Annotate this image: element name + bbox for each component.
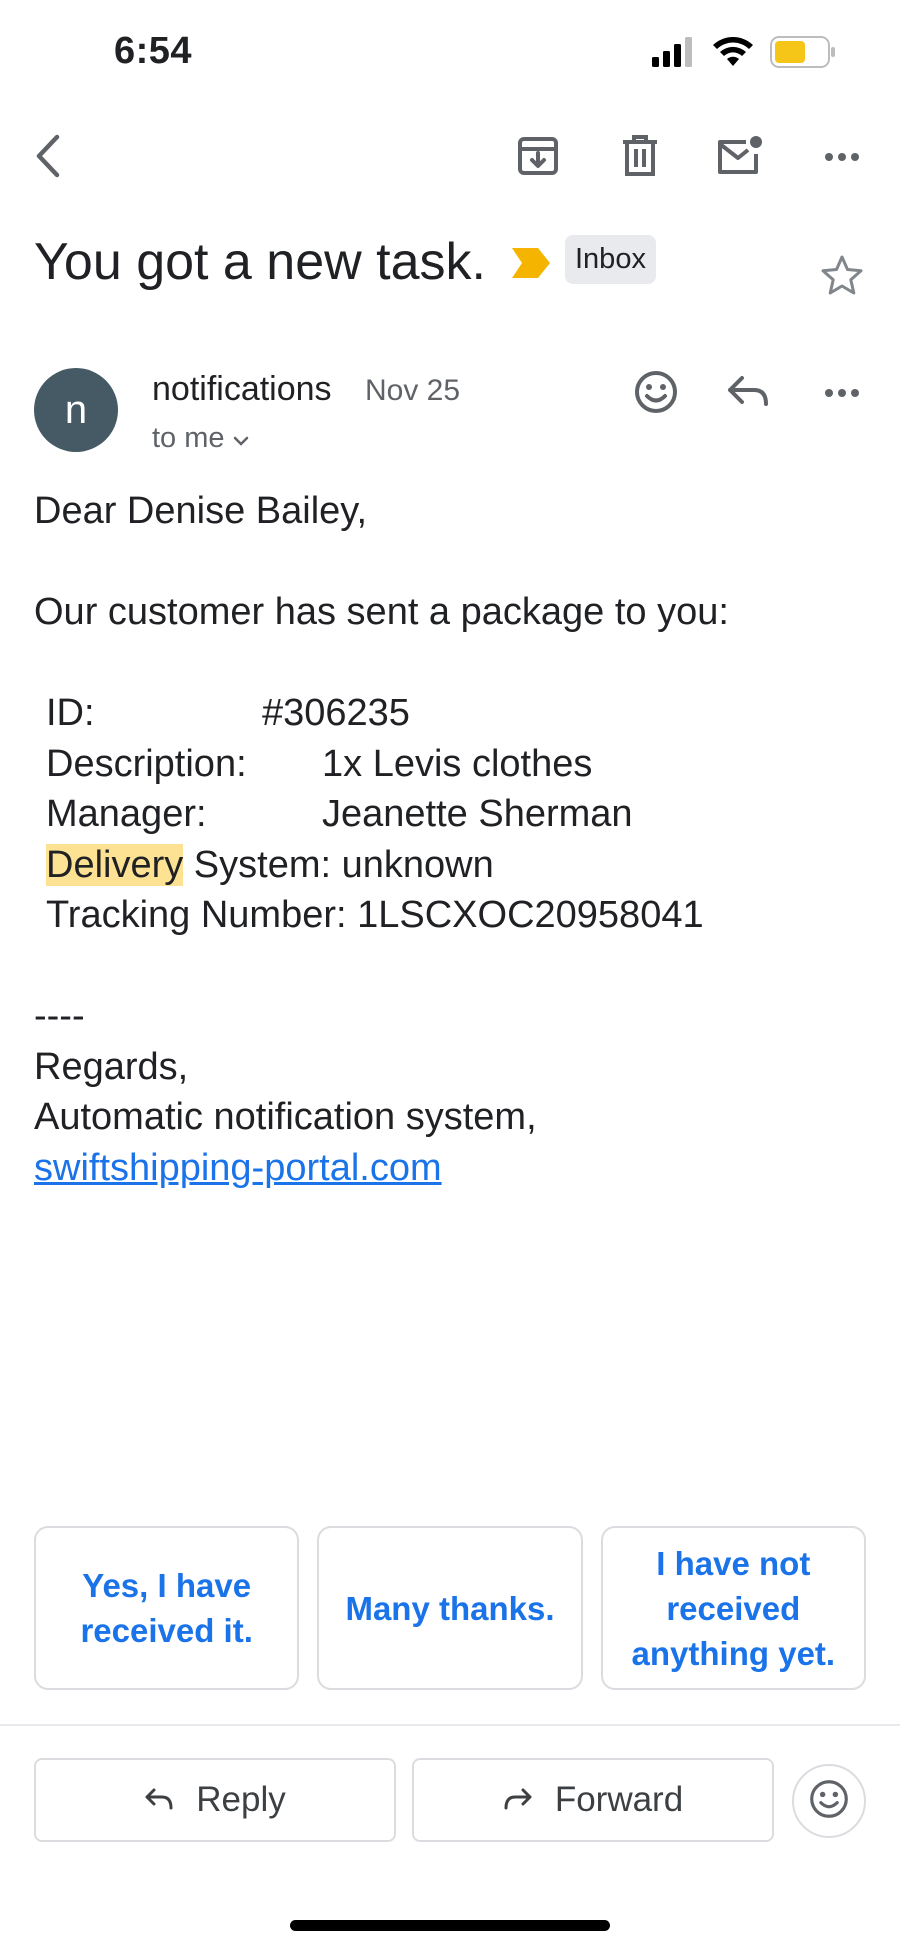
email-body: Dear Denise Bailey, Our customer has sen… — [34, 486, 874, 1193]
reply-icon-button[interactable] — [710, 356, 786, 432]
wifi-icon — [712, 36, 754, 73]
description-row: Description: 1x Levis clothes — [34, 739, 874, 790]
reply-label: Reply — [196, 1780, 286, 1819]
archive-button[interactable] — [500, 120, 576, 196]
chevron-down-icon — [233, 422, 249, 455]
more-options-icon — [824, 149, 860, 167]
sender-avatar[interactable]: n — [34, 368, 118, 452]
status-bar: 6:54 — [0, 0, 900, 100]
manager-row: Manager: Jeanette Sherman — [34, 789, 874, 840]
more-options-button[interactable] — [804, 120, 880, 196]
manager-value: Jeanette Sherman — [322, 793, 633, 835]
tracking-row: Tracking Number: 1LSCXOC20958041 — [46, 894, 704, 936]
smiley-icon — [634, 370, 678, 419]
delivery-value: System: unknown — [183, 843, 494, 886]
description-value: 1x Levis clothes — [322, 742, 593, 785]
id-label: ID: — [46, 692, 95, 734]
intro-text: Our customer has sent a package to you: — [34, 591, 729, 633]
forward-arrow-icon — [503, 1780, 533, 1820]
separator: ---- — [34, 995, 85, 1037]
forward-label: Forward — [554, 1780, 684, 1819]
greeting: Dear Denise Bailey, — [34, 490, 368, 532]
home-indicator[interactable] — [290, 1920, 610, 1931]
message-more-options-button[interactable] — [804, 356, 880, 432]
email-toolbar — [0, 120, 900, 196]
trash-icon — [620, 134, 660, 183]
description-label: Description: — [46, 742, 247, 785]
status-icons — [652, 36, 836, 73]
delete-button[interactable] — [602, 120, 678, 196]
email-subject: You got a new task. — [34, 233, 486, 291]
inbox-label-badge[interactable]: Inbox — [565, 235, 656, 284]
portal-link[interactable]: swiftshipping-portal.com — [34, 1147, 442, 1189]
divider — [0, 1724, 900, 1726]
mark-unread-icon — [716, 134, 764, 183]
battery-icon — [770, 36, 836, 73]
archive-icon — [516, 134, 560, 183]
cellular-signal-icon — [652, 37, 696, 72]
reply-arrow-icon — [144, 1780, 174, 1820]
smart-reply-thanks[interactable]: Many thanks. — [317, 1526, 583, 1690]
recipient-text: to me — [152, 422, 225, 454]
sender-name: notifications — [152, 370, 332, 408]
subject-row: You got a new task. Inbox — [34, 226, 874, 296]
recipient-details-toggle[interactable]: to me — [152, 422, 249, 455]
delivery-row: Delivery System: unknown — [34, 840, 874, 891]
id-row: ID: #306235 — [34, 688, 874, 739]
star-icon[interactable] — [820, 254, 864, 301]
status-time: 6:54 — [114, 30, 193, 72]
smart-reply-not-received[interactable]: I have not received anything yet. — [600, 1526, 866, 1690]
signature: Automatic notification system, — [34, 1096, 537, 1138]
sender-date: Nov 25 — [365, 374, 461, 407]
mark-unread-button[interactable] — [702, 120, 778, 196]
reply-button[interactable]: Reply — [34, 1758, 396, 1842]
reply-arrow-icon — [726, 374, 770, 415]
more-options-icon — [824, 385, 860, 403]
forward-button[interactable]: Forward — [412, 1758, 774, 1842]
back-arrow-icon — [31, 133, 65, 184]
smiley-icon — [809, 1779, 849, 1824]
importance-marker-icon[interactable] — [512, 248, 550, 283]
manager-label: Manager: — [46, 793, 207, 835]
emoji-reaction-button[interactable] — [792, 1764, 866, 1838]
search-highlight: Delivery — [46, 843, 184, 886]
regards: Regards, — [34, 1045, 189, 1088]
id-value: #306235 — [262, 692, 410, 734]
smart-replies: Yes, I have received it. Many thanks. I … — [34, 1526, 866, 1690]
back-button[interactable] — [10, 120, 86, 196]
add-reaction-button[interactable] — [618, 356, 694, 432]
smart-reply-received[interactable]: Yes, I have received it. — [34, 1526, 300, 1690]
